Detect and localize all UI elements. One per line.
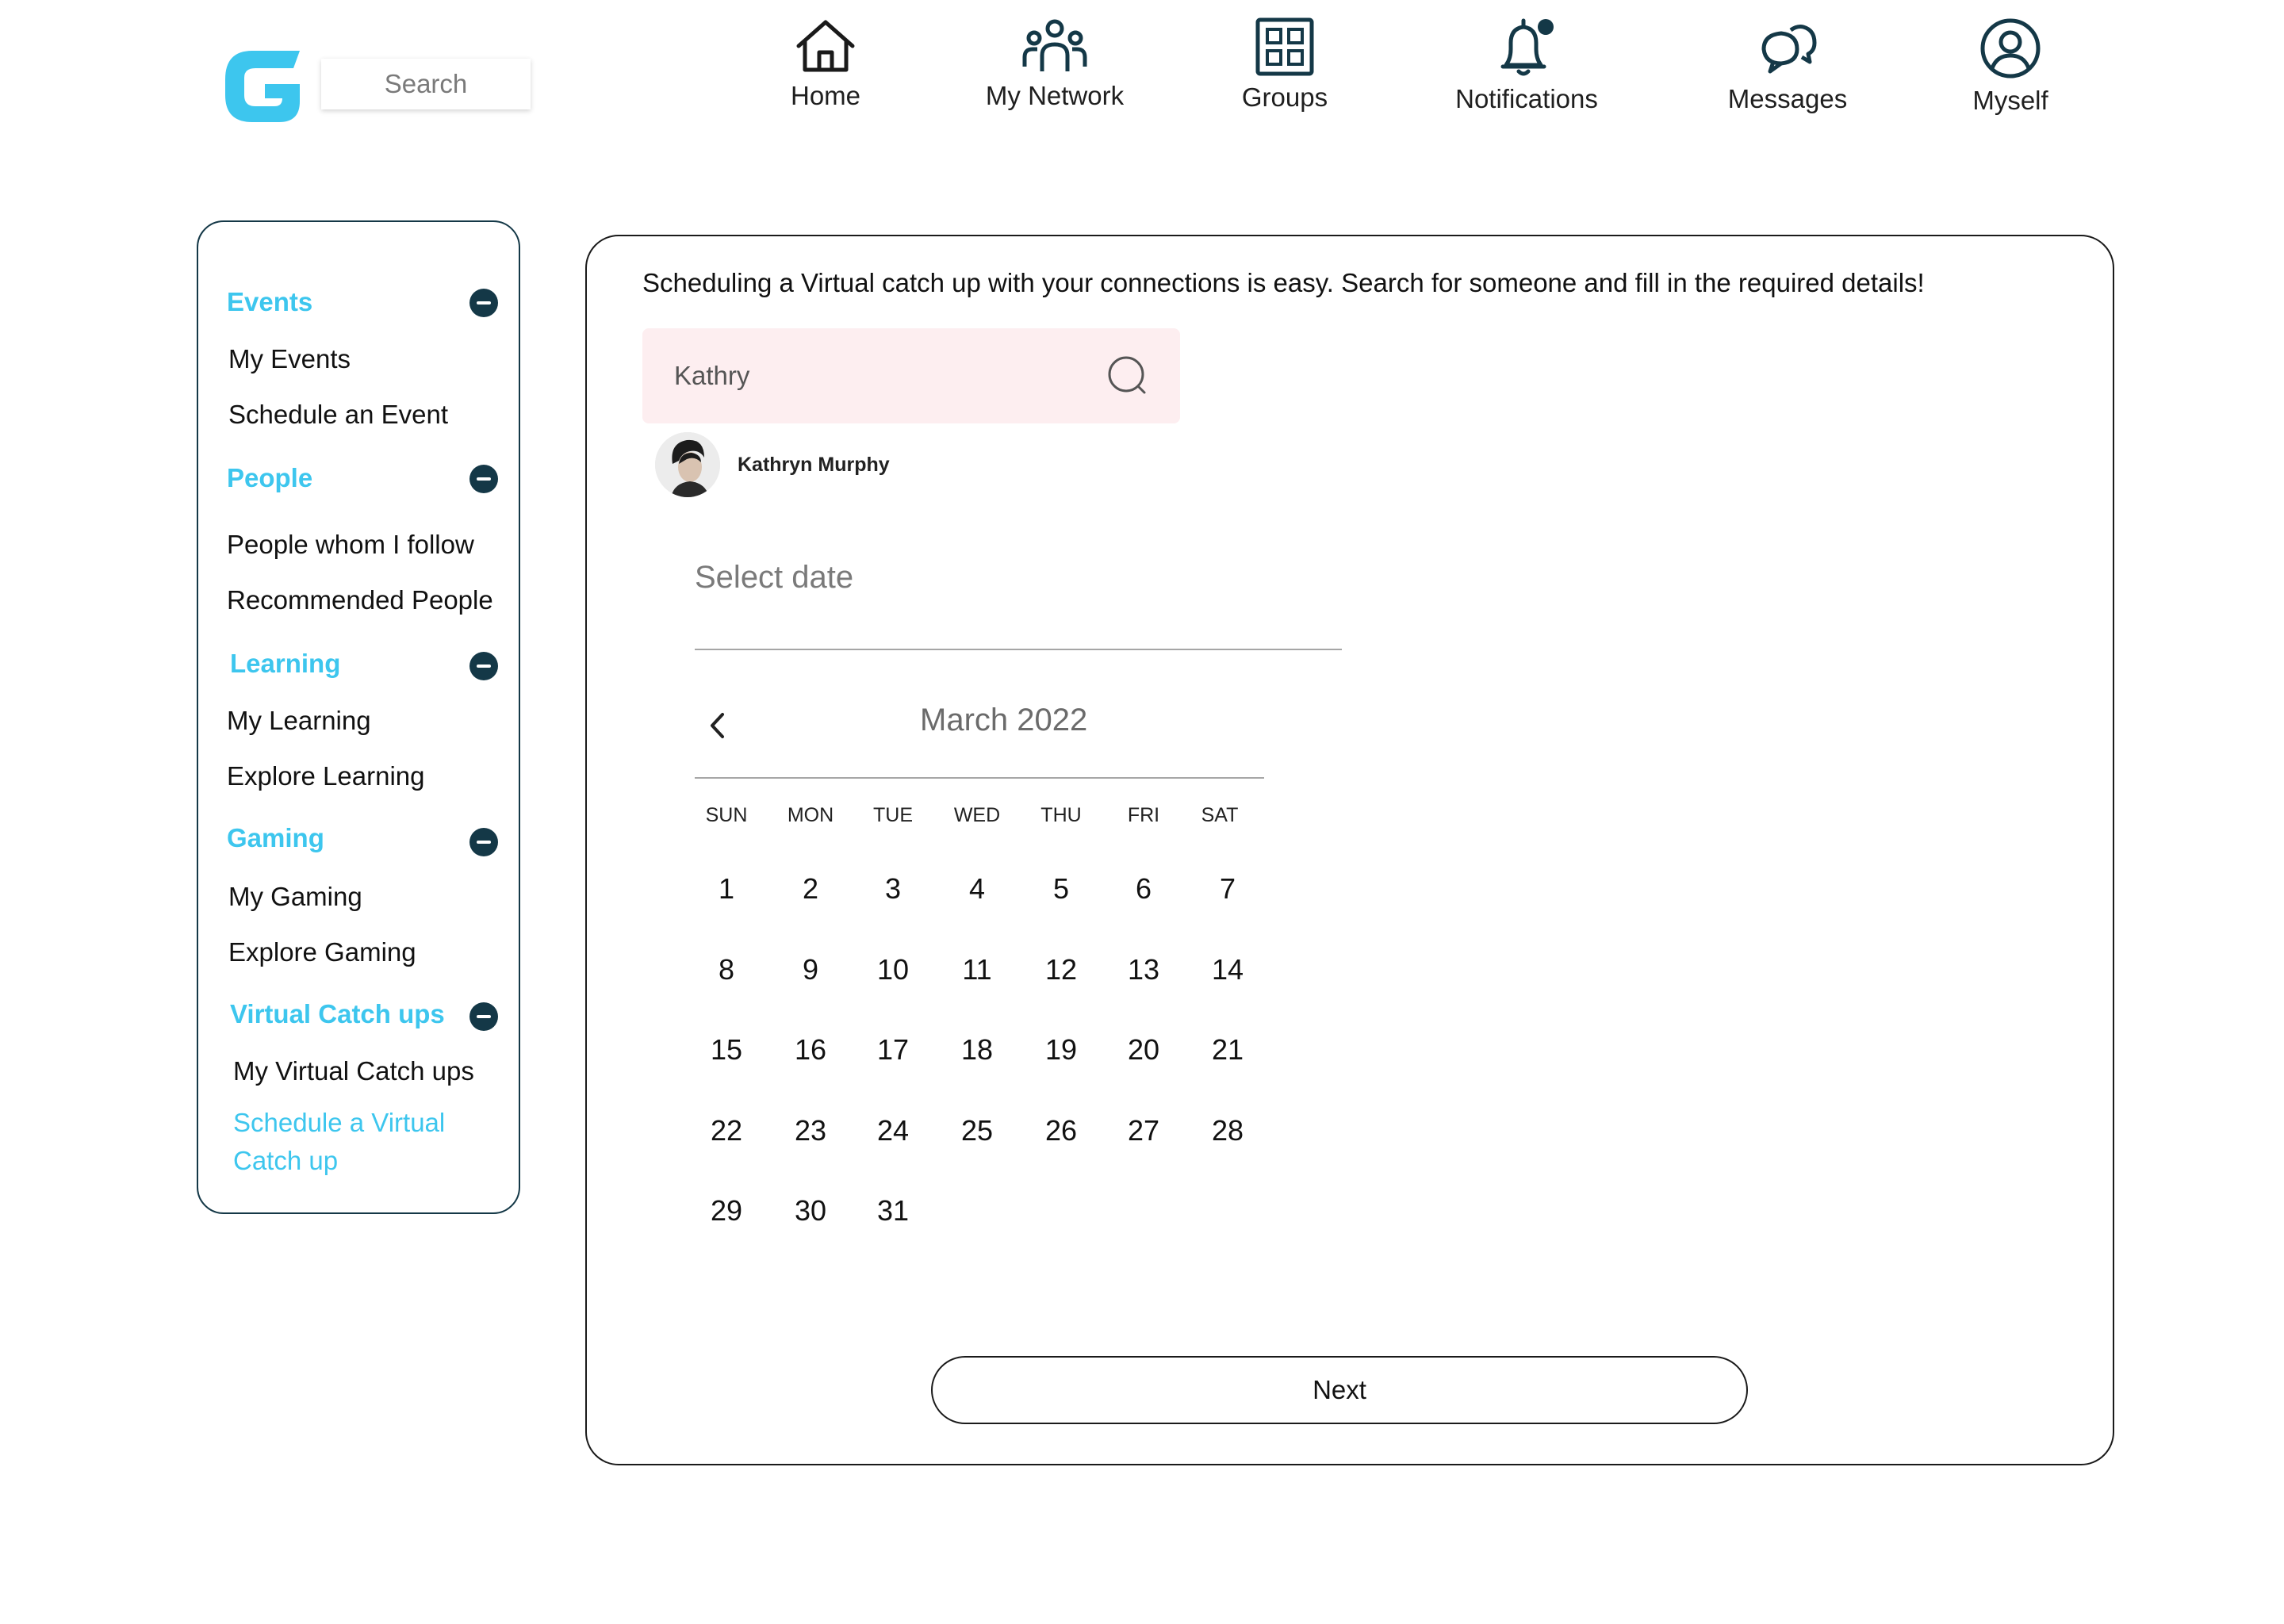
app-logo[interactable] [220,46,304,125]
next-button[interactable]: Next [931,1356,1748,1424]
calendar-day[interactable]: 20 [1112,1033,1175,1067]
nav-home[interactable]: Home [790,17,861,128]
person-search[interactable] [642,328,1180,423]
calendar-day[interactable]: 15 [695,1033,758,1067]
chevron-left-icon [711,713,724,738]
collapse-events-icon[interactable] [469,289,498,317]
collapse-gaming-icon[interactable] [469,828,498,856]
avatar [655,432,720,497]
calendar-day[interactable]: 28 [1196,1114,1259,1147]
person-search-input[interactable] [674,361,1107,391]
sidebar-item-my-events[interactable]: My Events [228,344,351,374]
global-search[interactable] [321,59,531,109]
nav-groups[interactable]: Groups [1237,17,1332,128]
calendar-day[interactable]: 9 [779,953,842,986]
weekday-label: FRI [1127,804,1160,826]
profile-icon [1980,18,2041,79]
nav-home-label: Home [790,81,861,110]
nav-myself[interactable]: Myself [1967,17,2054,128]
calendar-day[interactable]: 3 [861,872,925,906]
calendar-day[interactable]: 8 [695,953,758,986]
weekday-label: WED [953,804,1001,826]
calendar-day[interactable]: 13 [1112,953,1175,986]
calendar-day[interactable]: 16 [779,1033,842,1067]
calendar-day[interactable]: 2 [779,872,842,906]
sidebar-item-explore-learning[interactable]: Explore Learning [227,761,425,791]
nav-messages[interactable]: Messages [1716,22,1859,133]
calendar-day[interactable]: 6 [1112,872,1175,906]
bell-icon [1500,18,1554,76]
calendar-day[interactable]: 26 [1029,1114,1093,1147]
weekday-label: TUE [873,804,913,826]
calendar-day[interactable]: 4 [945,872,1009,906]
sidebar-item-my-learning[interactable]: My Learning [227,706,371,736]
sidebar-section-events[interactable]: Events [227,287,312,317]
calendar-day[interactable]: 18 [945,1033,1009,1067]
collapse-learning-icon[interactable] [469,652,498,680]
calendar-day[interactable]: 22 [695,1114,758,1147]
nav-notifications[interactable]: Notifications [1443,17,1610,128]
calendar-day[interactable]: 24 [861,1114,925,1147]
calendar-day[interactable]: 14 [1196,953,1259,986]
calendar-day[interactable]: 27 [1112,1114,1175,1147]
calendar-day[interactable]: 1 [695,872,758,906]
home-icon [796,20,855,72]
weekday-label: MON [787,804,834,826]
search-result-item[interactable]: Kathryn Murphy [655,431,890,498]
sidebar-section-virtual-catchups[interactable]: Virtual Catch ups [230,999,445,1029]
calendar-month: March 2022 [920,703,1088,737]
calendar-day[interactable]: 7 [1196,872,1259,906]
calendar-day[interactable]: 23 [779,1114,842,1147]
calendar-day[interactable]: 19 [1029,1033,1093,1067]
network-icon [1022,19,1087,71]
groups-icon [1255,17,1314,76]
select-date-label[interactable]: Select date [695,560,853,596]
sidebar: Events My Events Schedule an Event Peopl… [197,220,520,1214]
weekday-label: SAT [1201,804,1239,826]
sidebar-section-learning[interactable]: Learning [230,649,340,679]
nav-messages-label: Messages [1727,84,1848,113]
sidebar-item-my-gaming[interactable]: My Gaming [228,882,362,912]
sidebar-item-schedule-event[interactable]: Schedule an Event [228,400,448,430]
calendar-day[interactable]: 29 [695,1194,758,1228]
sidebar-item-recommended-people[interactable]: Recommended People [227,585,493,615]
sidebar-item-schedule-virtual-catchup[interactable]: Schedule a Virtual Catch up [233,1104,495,1180]
global-search-input[interactable] [321,69,531,99]
calendar-day[interactable]: 12 [1029,953,1093,986]
nav-myself-label: Myself [1972,86,2048,115]
sidebar-section-people[interactable]: People [227,463,312,493]
sidebar-item-my-virtual-catchups[interactable]: My Virtual Catch ups [233,1056,474,1086]
schedule-panel: Scheduling a Virtual catch up with your … [585,235,2114,1465]
sidebar-section-gaming[interactable]: Gaming [227,823,324,853]
date-input-underline [695,649,1342,650]
calendar-day[interactable]: 21 [1196,1033,1259,1067]
search-icon[interactable] [1107,355,1148,396]
calendar-day[interactable]: 5 [1029,872,1093,906]
calendar-divider [695,777,1264,779]
sidebar-item-people-follow[interactable]: People whom I follow [227,530,474,560]
nav-notifications-label: Notifications [1455,84,1598,113]
nav-my-network[interactable]: My Network [975,17,1134,128]
calendar-day[interactable]: 25 [945,1114,1009,1147]
calendar-day[interactable]: 11 [945,953,1009,986]
weekday-label: THU [1040,804,1082,826]
calendar-day[interactable]: 10 [861,953,925,986]
weekday-label: SUN [705,804,748,826]
intro-text: Scheduling a Virtual catch up with your … [642,268,1925,297]
calendar-day[interactable]: 17 [861,1033,925,1067]
calendar-day[interactable]: 31 [861,1194,925,1228]
collapse-people-icon[interactable] [469,465,498,493]
prev-month-button[interactable] [701,706,733,745]
nav-groups-label: Groups [1241,82,1328,112]
collapse-virtual-catchups-icon[interactable] [469,1002,498,1031]
sidebar-item-explore-gaming[interactable]: Explore Gaming [228,937,416,967]
calendar-day[interactable]: 30 [779,1194,842,1228]
messages-icon [1761,25,1817,74]
nav-my-network-label: My Network [985,81,1125,110]
result-name: Kathryn Murphy [738,453,890,476]
